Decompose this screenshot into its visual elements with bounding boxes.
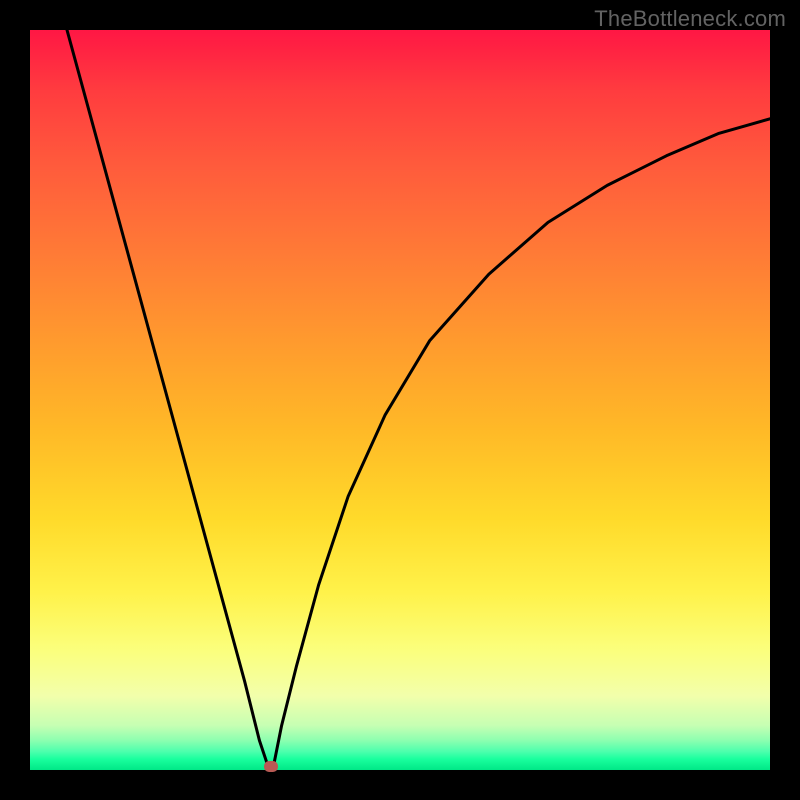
bottleneck-curve: [30, 30, 770, 770]
watermark-text: TheBottleneck.com: [594, 6, 786, 32]
optimal-point-marker: [264, 761, 278, 772]
chart-frame: TheBottleneck.com: [0, 0, 800, 800]
plot-area: [30, 30, 770, 770]
